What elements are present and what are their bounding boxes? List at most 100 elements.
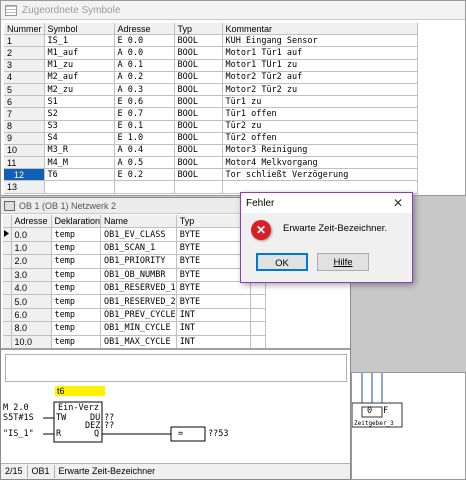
type-cell[interactable]: BOOL — [174, 34, 223, 48]
type-cell[interactable]: BOOL — [174, 46, 223, 60]
type-cell[interactable]: BOOL — [174, 83, 223, 97]
declaration-cell[interactable]: temp — [51, 241, 102, 256]
symbol-cell[interactable]: M4_M — [44, 156, 115, 170]
network-comment-field[interactable] — [5, 354, 347, 382]
comment-cell[interactable] — [250, 281, 266, 296]
address-cell[interactable]: A 0.3 — [114, 83, 175, 97]
name-cell[interactable]: OB1_PRIORITY — [100, 254, 177, 269]
table-row[interactable]: 10 M3_R A 0.4 BOOL Motor3 Reinigung — [4, 144, 418, 158]
comment-cell[interactable]: Tür2 offen — [222, 132, 418, 145]
col-header-deklaration[interactable]: Deklaration — [51, 215, 102, 229]
address-cell[interactable]: E 0.7 — [114, 107, 175, 121]
address-cell[interactable]: E 0.1 — [114, 120, 175, 133]
table-row[interactable]: 5.0 temp OB1_RESERVED_2 BYTE — [3, 294, 266, 309]
comment-cell[interactable]: Tür2 zu — [222, 120, 418, 133]
row-number[interactable]: 10 — [4, 144, 45, 158]
declaration-cell[interactable]: temp — [51, 227, 102, 242]
row-number[interactable]: 7 — [4, 107, 45, 121]
comment-cell[interactable]: Motor1 Tür1 auf — [222, 46, 418, 60]
table-row[interactable]: 12 T6 E 0.2 BOOL Tor schließt Verzögerung — [4, 168, 418, 182]
declaration-cell[interactable]: temp — [51, 281, 102, 296]
comment-cell[interactable] — [250, 308, 266, 323]
type-cell[interactable]: BYTE — [176, 281, 251, 296]
address-cell[interactable]: E 0.2 — [114, 168, 175, 182]
row-number[interactable]: 2 — [4, 46, 45, 60]
row-number[interactable]: 13 — [4, 180, 45, 194]
comment-cell[interactable]: Motor2 Tür2 auf — [222, 71, 418, 84]
col-header-nummer[interactable]: Nummer — [4, 23, 45, 36]
name-cell[interactable]: OB1_MAX_CYCLE — [100, 335, 177, 349]
symbol-cell[interactable] — [44, 180, 115, 194]
col-header-name[interactable]: Name — [100, 215, 177, 229]
address-cell[interactable]: A 0.4 — [114, 144, 175, 158]
table-row[interactable]: 11 M4_M A 0.5 BOOL Motor4 Melkvorgang — [4, 156, 418, 170]
symbol-cell[interactable]: M1_zu — [44, 59, 115, 72]
address-cell[interactable]: A 0.5 — [114, 156, 175, 170]
pane-splitter[interactable] — [1, 348, 350, 350]
table-row[interactable]: 9 S4 E 1.0 BOOL Tür2 offen — [4, 132, 418, 145]
type-cell[interactable]: INT — [176, 321, 251, 336]
comment-cell[interactable]: Tür1 zu — [222, 95, 418, 109]
table-row[interactable]: 8.0 temp OB1_MIN_CYCLE INT — [3, 321, 266, 336]
table-row[interactable]: 5 M2_zu A 0.3 BOOL Motor2 Tür2 zu — [4, 83, 418, 97]
name-cell[interactable]: OB1_PREV_CYCLE — [100, 308, 177, 323]
address-cell[interactable]: 8.0 — [11, 321, 52, 336]
row-number[interactable]: 1 — [4, 34, 45, 48]
col-header-symbol[interactable]: Symbol — [44, 23, 115, 36]
symbol-cell[interactable]: IS_1 — [44, 34, 115, 48]
address-cell[interactable]: 1.0 — [11, 241, 52, 256]
type-cell[interactable]: BOOL — [174, 59, 223, 72]
row-number[interactable]: 5 — [4, 83, 45, 97]
ladder-network[interactable]: t6 M 2.0 S5T#1S "IS_1" Ein-Verz TW R DU … — [3, 384, 347, 459]
comment-cell[interactable]: Motor4 Melkvorgang — [222, 156, 418, 170]
address-cell[interactable]: 3.0 — [11, 268, 52, 282]
address-cell[interactable]: 5.0 — [11, 294, 52, 309]
address-cell[interactable]: A 0.2 — [114, 71, 175, 84]
input-m-address[interactable]: M 2.0 — [3, 404, 29, 413]
declaration-cell[interactable]: temp — [51, 321, 102, 336]
symbol-cell[interactable]: M3_R — [44, 144, 115, 158]
address-cell[interactable]: E 0.6 — [114, 95, 175, 109]
table-row[interactable]: 2 M1_auf A 0.0 BOOL Motor1 Tür1 auf — [4, 46, 418, 60]
address-cell[interactable]: A 0.0 — [114, 46, 175, 60]
comment-cell[interactable] — [250, 321, 266, 336]
address-cell[interactable]: 6.0 — [11, 308, 52, 323]
input-time-value[interactable]: S5T#1S — [3, 414, 34, 423]
type-cell[interactable]: BYTE — [176, 294, 251, 309]
close-icon[interactable]: ✕ — [384, 193, 412, 213]
table-row[interactable]: 6 S1 E 0.6 BOOL Tür1 zu — [4, 95, 418, 109]
comment-cell[interactable]: Tor schließt Verzögerung — [222, 168, 418, 182]
type-cell[interactable]: BOOL — [174, 71, 223, 84]
dialog-titlebar[interactable]: Fehler ✕ — [241, 193, 412, 213]
symbol-cell[interactable]: S4 — [44, 132, 115, 145]
name-cell[interactable]: OB1_MIN_CYCLE — [100, 321, 177, 336]
address-cell[interactable]: 10.0 — [11, 335, 52, 349]
declaration-cell[interactable]: temp — [51, 254, 102, 269]
name-cell[interactable]: OB1_RESERVED_1 — [100, 281, 177, 296]
table-row[interactable]: 1 IS_1 E 0.0 BOOL KUH Eingang Sensor — [4, 34, 418, 48]
row-number[interactable]: 8 — [4, 120, 45, 133]
comment-cell[interactable]: Motor2 Tür2 zu — [222, 83, 418, 97]
col-header-kommentar[interactable]: Kommentar — [222, 23, 418, 36]
declaration-cell[interactable]: temp — [51, 294, 102, 309]
table-row[interactable]: 3 M1_zu A 0.1 BOOL Motor1 TÜr1 zu — [4, 59, 418, 72]
type-cell[interactable]: BOOL — [174, 144, 223, 158]
table-row[interactable]: 4.0 temp OB1_RESERVED_1 BYTE — [3, 281, 266, 296]
name-cell[interactable]: OB1_OB_NUMBR — [100, 268, 177, 282]
type-cell[interactable]: BOOL — [174, 168, 223, 182]
row-number[interactable]: 4 — [4, 71, 45, 84]
table-row[interactable]: 1.0 temp OB1_SCAN_1 BYTE — [3, 241, 266, 256]
coil-address[interactable]: ??53 — [208, 430, 228, 439]
declaration-cell[interactable]: temp — [51, 335, 102, 349]
address-cell[interactable]: A 0.1 — [114, 59, 175, 72]
table-row[interactable]: 2.0 temp OB1_PRIORITY BYTE — [3, 254, 266, 269]
symbols-titlebar[interactable]: Zugeordnete Symbole — [1, 1, 465, 20]
comment-cell[interactable]: Motor3 Reinigung — [222, 144, 418, 158]
table-row[interactable]: 4 M2_auf A 0.2 BOOL Motor2 Tür2 auf — [4, 71, 418, 84]
symbol-cell[interactable]: T6 — [44, 168, 115, 182]
col-header-adresse[interactable]: Adresse — [114, 23, 175, 36]
address-cell[interactable]: 2.0 — [11, 254, 52, 269]
type-cell[interactable]: BOOL — [174, 95, 223, 109]
type-cell[interactable]: BOOL — [174, 107, 223, 121]
symbol-cell[interactable]: S2 — [44, 107, 115, 121]
